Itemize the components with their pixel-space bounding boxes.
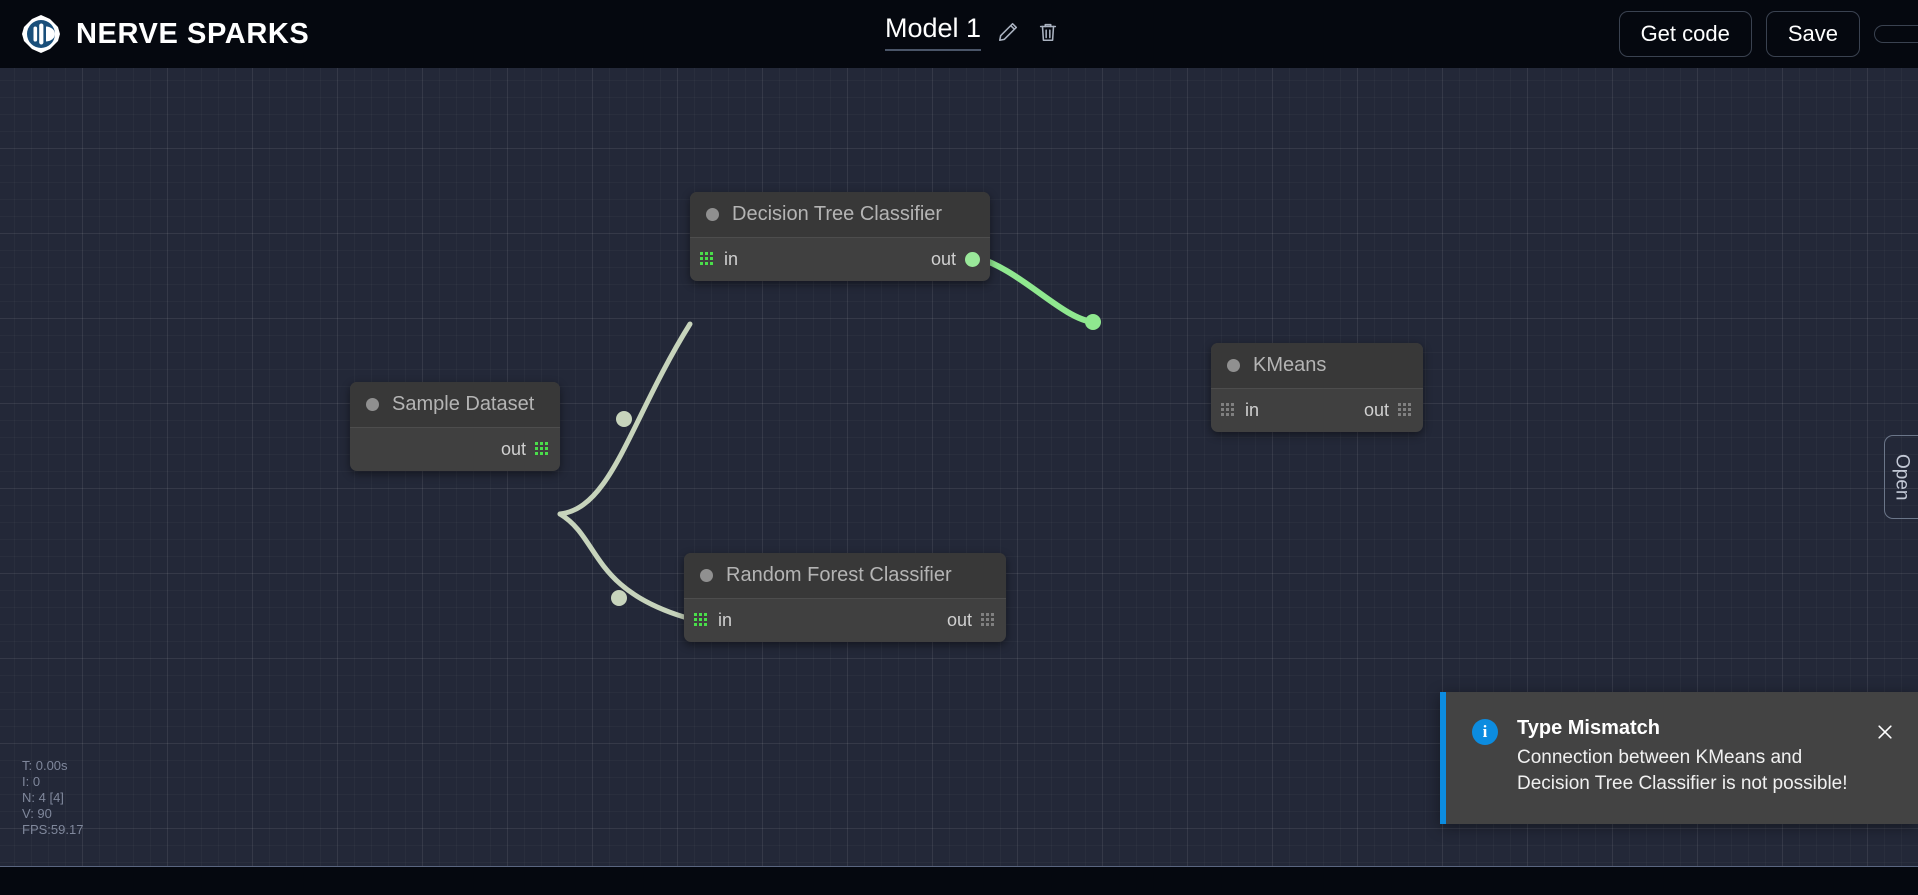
stat-line: FPS:59.17: [22, 822, 84, 838]
brand: NERVE SPARKS: [20, 8, 309, 60]
edge-sample-to-decision-tree[interactable]: [557, 321, 693, 517]
port-in-label: in: [718, 610, 733, 630]
node-status-dot-icon: [700, 569, 713, 582]
port-in[interactable]: in: [694, 599, 732, 642]
app-header: NERVE SPARKS Model 1 Get code Save: [0, 0, 1918, 68]
node-body: in out: [684, 599, 1006, 642]
node-decision-tree-classifier[interactable]: Decision Tree Classifier in out: [690, 192, 990, 281]
pencil-icon[interactable]: [995, 19, 1021, 45]
node-status-dot-icon: [1227, 359, 1240, 372]
trash-icon[interactable]: [1035, 19, 1061, 45]
edge-midpoint-handle[interactable]: [616, 411, 632, 427]
overflow-button-partial[interactable]: [1874, 24, 1918, 43]
node-header[interactable]: Decision Tree Classifier: [690, 192, 990, 238]
node-header[interactable]: KMeans: [1211, 343, 1423, 389]
model-title-group: Model 1: [885, 10, 1061, 54]
port-in-grid-icon[interactable]: [700, 252, 715, 267]
stat-line: V: 90: [22, 806, 52, 822]
toast-message: Connection between KMeans and Decision T…: [1517, 747, 1848, 795]
port-out-grid-icon[interactable]: [981, 613, 996, 628]
page-title: Model 1: [885, 13, 982, 52]
edge-midpoint-handle[interactable]: [611, 590, 627, 606]
port-out-grid-icon[interactable]: [535, 442, 550, 457]
save-button[interactable]: Save: [1765, 11, 1860, 57]
info-icon: i: [1472, 719, 1498, 745]
port-out-label: out: [930, 249, 956, 269]
port-out[interactable]: out: [947, 599, 996, 642]
canvas-stats-overlay: T: 0.00s I: 0 N: 4 [4] V: 90 FPS:59.17: [22, 758, 83, 838]
node-title: Random Forest Classifier: [726, 564, 952, 586]
flow-canvas[interactable]: Decision Tree Classifier in out Sample D…: [0, 68, 1918, 867]
port-out[interactable]: out: [931, 238, 980, 281]
port-in[interactable]: in: [1221, 389, 1259, 432]
get-code-button[interactable]: Get code: [1618, 11, 1752, 57]
edge-sample-to-random-forest[interactable]: [557, 511, 687, 620]
port-out[interactable]: out: [501, 428, 550, 471]
port-in-grid-icon[interactable]: [694, 613, 709, 628]
node-body: out: [350, 428, 560, 471]
open-panel-tab[interactable]: Open: [1884, 435, 1918, 519]
port-out-label: out: [1363, 400, 1389, 420]
port-in-label: in: [724, 249, 739, 269]
node-title: KMeans: [1253, 354, 1327, 376]
port-in-label: in: [1245, 400, 1260, 420]
header-actions: Get code Save: [1618, 11, 1918, 57]
node-title: Sample Dataset: [392, 393, 535, 415]
toast-notification: i Type Mismatch Connection between KMean…: [1440, 692, 1918, 824]
close-icon[interactable]: [1872, 719, 1898, 745]
port-out-grid-icon[interactable]: [1398, 403, 1413, 418]
port-out-circle-icon[interactable]: [965, 252, 980, 267]
port-out-label: out: [500, 439, 526, 459]
toast-body: Type Mismatch Connection between KMeans …: [1517, 717, 1853, 798]
stat-line: I: 0: [22, 774, 41, 790]
node-title: Decision Tree Classifier: [732, 203, 943, 225]
toast-title: Type Mismatch: [1517, 717, 1660, 739]
node-body: in out: [1211, 389, 1423, 432]
stat-line: N: 4 [4]: [22, 790, 64, 806]
node-random-forest-classifier[interactable]: Random Forest Classifier in out: [684, 553, 1006, 642]
edge-free-endpoint[interactable]: [1085, 314, 1101, 330]
brand-name: NERVE SPARKS: [76, 17, 310, 50]
node-header[interactable]: Sample Dataset: [350, 382, 560, 428]
node-header[interactable]: Random Forest Classifier: [684, 553, 1006, 599]
open-panel-label: Open: [1891, 453, 1913, 501]
nerve-sparks-logo-icon: [20, 13, 62, 55]
node-body: in out: [690, 238, 990, 281]
node-sample-dataset[interactable]: Sample Dataset out: [350, 382, 560, 471]
port-in-grid-icon[interactable]: [1221, 403, 1236, 418]
node-status-dot-icon: [366, 398, 379, 411]
node-kmeans[interactable]: KMeans in out: [1211, 343, 1423, 432]
port-in[interactable]: in: [700, 238, 738, 281]
port-out[interactable]: out: [1364, 389, 1413, 432]
port-out-label: out: [946, 610, 972, 630]
stat-line: T: 0.00s: [22, 758, 68, 774]
node-status-dot-icon: [706, 208, 719, 221]
